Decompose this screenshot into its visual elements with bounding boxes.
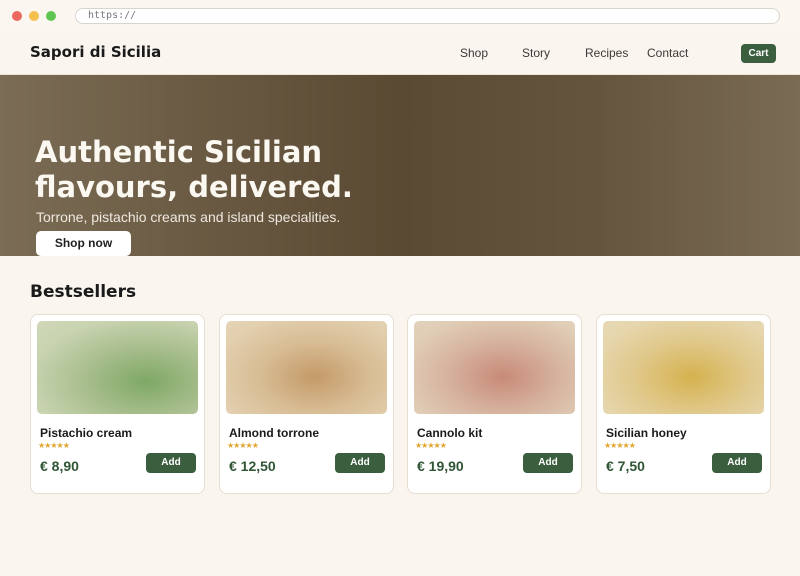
- product-card-cannolo-kit[interactable]: Cannolo kit ★★★★★ € 19,90 Add: [407, 314, 582, 494]
- product-image[interactable]: [414, 321, 575, 414]
- add-to-cart-button[interactable]: Add: [523, 453, 573, 473]
- rating-stars-icon: ★★★★★: [604, 441, 636, 450]
- nav-link-recipes[interactable]: Recipes: [585, 46, 628, 60]
- rating-stars-icon: ★★★★★: [227, 441, 259, 450]
- shop-now-button[interactable]: Shop now: [36, 231, 131, 256]
- product-name[interactable]: Almond torrone: [229, 426, 319, 440]
- product-image[interactable]: [603, 321, 764, 414]
- product-name[interactable]: Sicilian honey: [606, 426, 687, 440]
- rating-stars-icon: ★★★★★: [38, 441, 70, 450]
- site-header: Sapori di Sicilia Shop Story Recipes Con…: [0, 32, 800, 75]
- product-image[interactable]: [226, 321, 387, 414]
- product-price: € 7,50: [606, 458, 645, 474]
- cart-button[interactable]: Cart: [741, 44, 776, 63]
- product-price: € 19,90: [417, 458, 464, 474]
- product-card-sicilian-honey[interactable]: Sicilian honey ★★★★★ € 7,50 Add: [596, 314, 771, 494]
- product-card-pistachio-cream[interactable]: Pistachio cream ★★★★★ € 8,90 Add: [30, 314, 205, 494]
- nav-link-story[interactable]: Story: [522, 46, 550, 60]
- nav-link-contact[interactable]: Contact: [647, 46, 688, 60]
- product-name[interactable]: Pistachio cream: [40, 426, 132, 440]
- nav-link-shop[interactable]: Shop: [460, 46, 488, 60]
- maximize-window-icon[interactable]: [46, 11, 56, 21]
- product-price: € 8,90: [40, 458, 79, 474]
- product-name[interactable]: Cannolo kit: [417, 426, 482, 440]
- hero-banner: Authentic Sicilian flavours, delivered. …: [0, 75, 800, 256]
- add-to-cart-button[interactable]: Add: [712, 453, 762, 473]
- brand-logo[interactable]: Sapori di Sicilia: [30, 43, 161, 61]
- hero-title: Authentic Sicilian flavours, delivered.: [35, 135, 353, 204]
- add-to-cart-button[interactable]: Add: [335, 453, 385, 473]
- section-title-bestsellers: Bestsellers: [30, 282, 137, 302]
- product-card-almond-torrone[interactable]: Almond torrone ★★★★★ € 12,50 Add: [219, 314, 394, 494]
- hero-subtitle: Torrone, pistachio creams and island spe…: [36, 209, 341, 225]
- browser-chrome: https://: [0, 0, 800, 32]
- minimize-window-icon[interactable]: [29, 11, 39, 21]
- address-bar[interactable]: https://: [75, 8, 780, 24]
- product-price: € 12,50: [229, 458, 276, 474]
- close-window-icon[interactable]: [12, 11, 22, 21]
- add-to-cart-button[interactable]: Add: [146, 453, 196, 473]
- product-image[interactable]: [37, 321, 198, 414]
- rating-stars-icon: ★★★★★: [415, 441, 447, 450]
